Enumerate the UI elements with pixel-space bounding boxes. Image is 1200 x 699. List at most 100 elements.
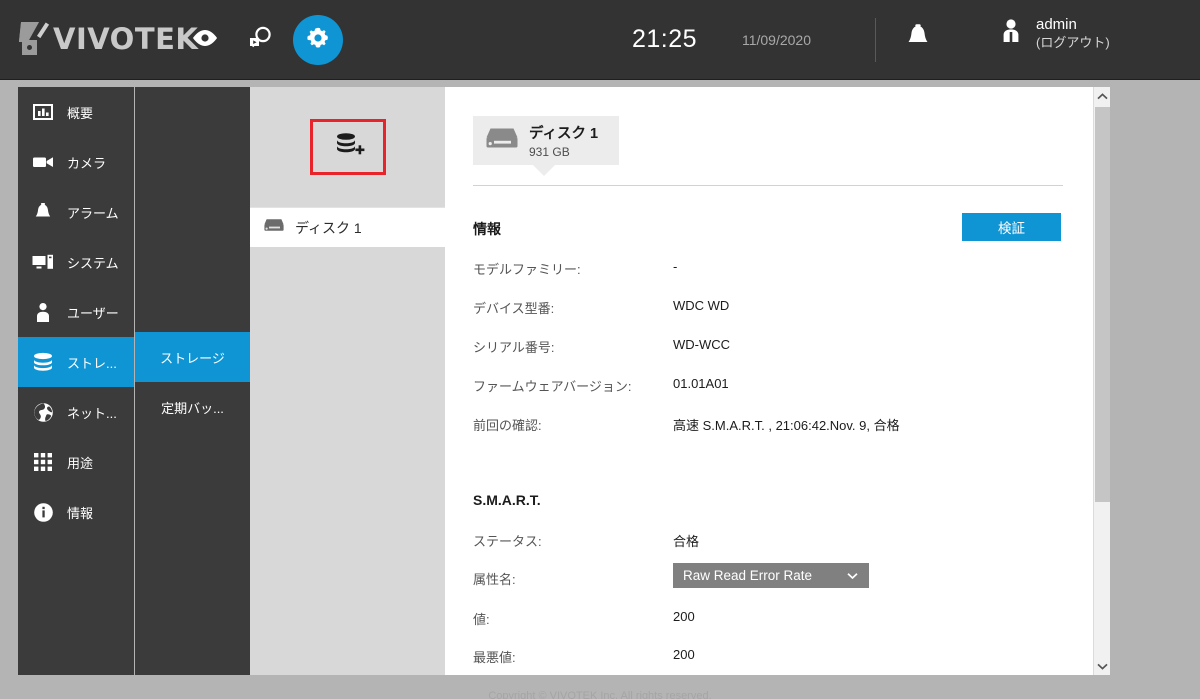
info-row-key: シリアル番号: [473, 340, 555, 355]
main-scrollbar[interactable] [1093, 87, 1110, 675]
verify-button[interactable]: 検証 [962, 213, 1061, 241]
gear-icon [306, 26, 330, 55]
disk-tab-size: 931 GB [529, 145, 570, 159]
disk-list-item-label: ディスク 1 [295, 219, 362, 236]
brand-logo: VIVOTEK [18, 15, 199, 58]
info-row-key: ファームウェアバージョン: [473, 379, 632, 394]
search-playback-icon [248, 25, 274, 56]
disk-tab-caret [533, 165, 555, 176]
disk-list-item[interactable]: ディスク 1 [250, 207, 445, 247]
smart-row-key: ステータス: [473, 534, 542, 549]
attribute-name-select[interactable]: Raw Read Error Rate [673, 563, 869, 588]
disk-tab-texts: ディスク 1 931 GB [529, 122, 598, 159]
info-row: 前回の確認: 高速 S.M.A.R.T. , 21:06:42.Nov. 9, … [473, 415, 1073, 435]
storage-submenu: ストレージ 定期バッ... [135, 87, 250, 675]
bell-icon [905, 24, 931, 55]
value-row-value: 200 [673, 609, 695, 624]
database-plus-icon [331, 130, 365, 165]
live-view-nav-button[interactable] [180, 15, 230, 65]
playback-search-nav-button[interactable] [236, 15, 286, 65]
header-clock: 21:25 [631, 25, 697, 53]
info-row-key: デバイス型番: [473, 301, 555, 316]
sidebar-item-network[interactable]: ネット... [18, 387, 134, 437]
sidebar-item-alarm[interactable]: アラーム [18, 187, 134, 237]
grid-apps-icon [32, 451, 54, 473]
sidebar-item-label: ネット... [67, 405, 117, 421]
info-row-key: モデルファミリー: [473, 262, 581, 277]
chevron-down-icon [847, 572, 869, 580]
info-row-key: 前回の確認: [473, 418, 542, 433]
tab-separator [473, 185, 1063, 186]
sidebar-item-storage[interactable]: ストレ... [18, 337, 134, 387]
value-row-key: 最悪値: [473, 650, 516, 665]
header-date: 11/09/2020 [741, 32, 811, 48]
submenu-item-scheduled-backup[interactable]: 定期バッ... [135, 382, 250, 432]
scroll-up-button[interactable] [1094, 87, 1111, 105]
scrollbar-thumb[interactable] [1095, 107, 1110, 502]
sidebar-item-label: 概要 [67, 105, 94, 121]
primary-sidebar: 概要 カメラ アラーム システム ユーザー ストレ... ネット... 用途 情… [18, 87, 134, 675]
disk-detail-panel: ディスク 1 931 GB 情報 検証 モデルファミリー: - デバイス型番: … [445, 87, 1093, 675]
sidebar-item-label: 用途 [67, 455, 94, 471]
eye-icon [191, 29, 219, 52]
person-icon [32, 301, 54, 323]
attribute-name-selected-value: Raw Read Error Rate [683, 568, 813, 583]
sidebar-item-label: 情報 [67, 505, 94, 521]
sidebar-item-label: ユーザー [67, 305, 119, 321]
header-divider [875, 18, 876, 62]
logout-link[interactable]: (ログアウト) [1036, 34, 1110, 51]
info-row-value: WD-WCC [673, 337, 731, 352]
disk-tab[interactable]: ディスク 1 931 GB [473, 116, 619, 165]
sidebar-item-system[interactable]: システム [18, 237, 134, 287]
sidebar-item-camera[interactable]: カメラ [18, 137, 134, 187]
chevron-up-icon [1097, 87, 1108, 105]
info-row-value: - [673, 259, 678, 274]
value-row: 最悪値: 200 [473, 647, 1073, 667]
brand-name: VIVOTEK [53, 22, 199, 56]
video-camera-icon [32, 151, 54, 173]
settings-nav-button[interactable] [293, 15, 343, 65]
smart-row-value: 合格 [673, 534, 700, 549]
user-texts: admin (ログアウト) [1036, 16, 1110, 51]
globe-icon [32, 401, 54, 423]
database-icon [32, 351, 54, 373]
sidebar-item-label: ストレ... [67, 355, 117, 371]
user-name-label: admin [1036, 16, 1077, 33]
submenu-item-label: ストレージ [160, 350, 225, 366]
notifications-button[interactable] [905, 23, 931, 56]
info-row-value: 高速 S.M.A.R.T. , 21:06:42.Nov. 9, 合格 [673, 418, 900, 433]
sidebar-item-information[interactable]: 情報 [18, 487, 134, 537]
footer-copyright: Copyright © VIVOTEK Inc. All rights rese… [488, 690, 712, 699]
person-icon [1000, 17, 1022, 50]
chart-bars-icon [32, 101, 54, 123]
hard-disk-icon [264, 218, 284, 238]
submenu-item-storage[interactable]: ストレージ [135, 332, 250, 382]
sidebar-item-label: カメラ [67, 155, 107, 171]
value-row-value: 200 [673, 647, 695, 662]
bell-icon [32, 201, 54, 223]
scroll-down-button[interactable] [1094, 657, 1111, 675]
desktop-tower-icon [32, 251, 54, 273]
value-row: 値: 200 [473, 609, 1073, 629]
submenu-spacer [135, 87, 250, 332]
info-circle-icon [32, 501, 54, 523]
disk-tab-title: ディスク 1 [529, 126, 599, 142]
sidebar-item-label: システム [67, 255, 119, 271]
info-section-heading: 情報 [473, 221, 501, 237]
info-row: シリアル番号: WD-WCC [473, 337, 1073, 357]
submenu-item-label: 定期バッ... [161, 400, 224, 416]
sidebar-item-label: アラーム [67, 205, 119, 221]
disk-selector-column: ディスク 1 [250, 87, 445, 675]
sidebar-item-users[interactable]: ユーザー [18, 287, 134, 337]
value-row-key: 値: [473, 612, 490, 627]
sidebar-item-overview[interactable]: 概要 [18, 87, 134, 137]
add-disk-button[interactable] [309, 119, 386, 175]
info-row: モデルファミリー: - [473, 259, 1073, 279]
smart-status-row: ステータス: 合格 [473, 531, 1073, 551]
sidebar-item-applications[interactable]: 用途 [18, 437, 134, 487]
user-menu[interactable]: admin (ログアウト) [1000, 16, 1110, 51]
app-header: VIVOTEK 21:25 11/09/2020 admin (ログアウト) [0, 0, 1200, 80]
disk-tab-wrap: ディスク 1 931 GB [473, 116, 619, 176]
chevron-down-icon [1097, 657, 1108, 675]
info-row: デバイス型番: WDC WD [473, 298, 1073, 318]
